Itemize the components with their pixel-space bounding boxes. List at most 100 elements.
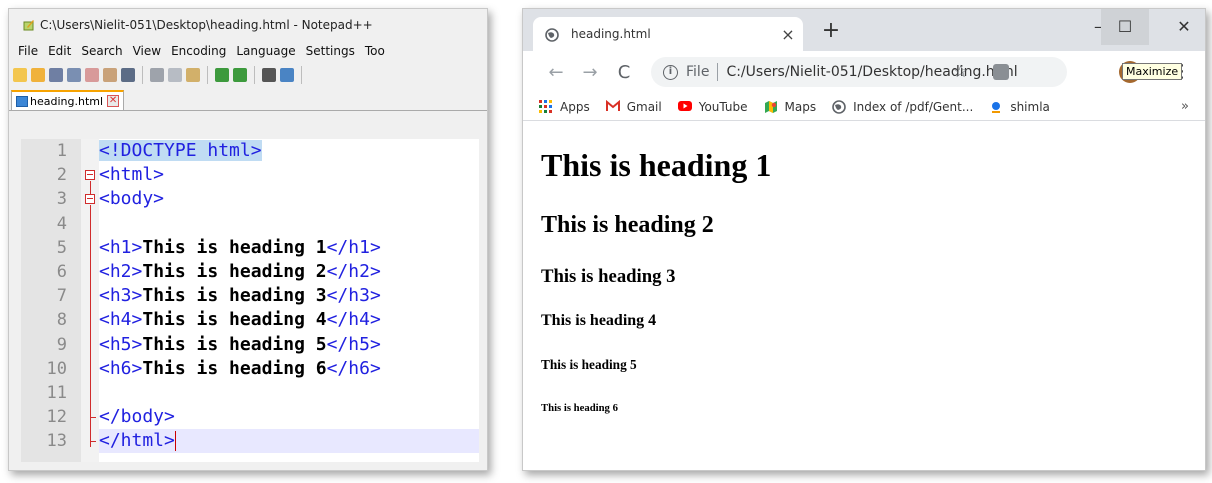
h1-close-tag: </h1> [326,236,381,258]
gmail-icon [605,99,620,114]
bookmark-label: Gmail [626,99,662,114]
undo-icon[interactable] [215,68,229,82]
notepad-title-bar: C:\Users\Nielit-051\Desktop\heading.html… [9,9,487,41]
find-icon[interactable] [262,68,276,82]
browser-tab[interactable]: heading.html × [533,17,803,51]
code-line: <body> [99,187,479,211]
copy-icon[interactable] [168,68,182,82]
notepad-title: C:\Users\Nielit-051\Desktop\heading.html… [40,18,373,32]
h6-open-tag: <h6> [99,357,143,379]
current-code-line: </html> [99,429,479,454]
line-number: 5 [56,237,67,258]
fold-guide-line [90,181,91,194]
notepad-menu-bar: File Edit Search View Encoding Language … [9,41,487,61]
bookmark-shimla[interactable]: shimla [989,100,1050,114]
code-editor[interactable]: 1 2 3 4 5 6 7 8 9 10 11 12 13 <!DOCTYPE … [21,139,479,462]
paste-icon[interactable] [186,68,200,82]
bookmark-label: Maps [784,99,817,114]
heading-6: This is heading 6 [541,402,618,414]
file-tab-heading-html[interactable]: heading.html ✕ [11,90,125,110]
forward-arrow-icon[interactable]: → [573,62,607,83]
line-number: 13 [46,431,67,452]
globe-icon [545,27,559,42]
notepad-app-icon [23,19,35,31]
saved-file-icon [16,95,28,107]
print-icon[interactable] [121,68,135,82]
save-icon[interactable] [49,68,63,82]
bookmark-maps[interactable]: Maps [764,99,817,114]
menu-file[interactable]: File [13,44,43,58]
code-line: <h6>This is heading 6</h6> [99,357,479,381]
new-tab-button[interactable]: + [819,17,843,45]
menu-search[interactable]: Search [76,44,127,58]
close-tab-icon[interactable]: × [773,25,803,44]
bookmark-apps[interactable]: Apps [539,99,590,114]
line-number: 4 [56,213,67,234]
close-window-button[interactable]: ✕ [1161,9,1205,45]
address-divider [717,63,719,81]
menu-settings[interactable]: Settings [301,44,360,58]
menu-tools[interactable]: Too [360,44,390,58]
h5-close-tag: </h5> [326,333,381,355]
maximize-tooltip: Maximize [1122,63,1183,80]
menu-view[interactable]: View [128,44,166,58]
h2-close-tag: </h2> [326,260,381,282]
h1-code-text: This is heading 1 [142,236,327,258]
line-number: 10 [46,358,67,379]
h1-open-tag: <h1> [99,236,143,258]
info-icon[interactable]: i [663,64,678,80]
close-all-icon[interactable] [103,68,117,82]
h5-open-tag: <h5> [99,333,143,355]
code-line: <h2>This is heading 2</h2> [99,260,479,284]
line-number: 7 [56,286,67,307]
extension-icon[interactable] [993,64,1009,80]
more-bookmarks-chevron-icon[interactable]: » [1181,99,1189,114]
code-line: <h5>This is heading 5</h5> [99,333,479,357]
body-open-tag: <body> [99,188,165,210]
close-tab-icon[interactable]: ✕ [107,95,120,107]
h4-code-text: This is heading 4 [142,309,327,331]
code-line: <!DOCTYPE html> [99,139,479,163]
new-file-icon[interactable] [13,68,27,82]
redo-icon[interactable] [233,68,247,82]
h2-open-tag: <h2> [99,260,143,282]
browser-tab-title: heading.html [571,27,651,41]
save-all-icon[interactable] [67,68,81,82]
bookmark-star-icon[interactable]: ☆ [953,62,968,82]
line-number: 8 [56,310,67,331]
menu-language[interactable]: Language [231,44,300,58]
code-area[interactable]: <!DOCTYPE html> <html> <body> <h1>This i… [99,139,479,462]
bookmark-youtube[interactable]: YouTube [677,100,748,114]
toolbar-divider [301,66,302,84]
bookmark-gmail[interactable]: Gmail [605,99,662,114]
menu-edit[interactable]: Edit [43,44,76,58]
fold-margin [81,139,99,462]
bookmark-index-pdf[interactable]: Index of /pdf/Gent... [832,100,973,114]
fold-body-toggle-icon[interactable] [85,194,95,204]
shimla-site-icon [989,100,1003,114]
fold-end-tick [90,417,96,418]
line-number: 1 [56,141,67,161]
file-tab-label: heading.html [30,94,104,108]
heading-3: This is heading 3 [541,266,676,287]
line-number: 11 [46,382,67,403]
back-arrow-icon[interactable]: ← [539,62,573,83]
maximize-button[interactable]: ☐ [1101,9,1149,45]
url-text[interactable]: C:/Users/Nielit-051/Desktop/heading.html [726,64,1017,80]
chrome-tab-strip: heading.html × + – ☐ ✕ [523,9,1205,51]
menu-encoding[interactable]: Encoding [166,44,231,58]
replace-icon[interactable] [280,68,294,82]
open-folder-icon[interactable] [31,68,45,82]
fold-html-toggle-icon[interactable] [85,170,95,180]
h6-close-tag: </h6> [326,357,381,379]
code-line: <h1>This is heading 1</h1> [99,236,479,260]
close-file-icon[interactable] [85,68,99,82]
bookmark-label: Index of /pdf/Gent... [853,99,974,114]
cut-icon[interactable] [150,68,164,82]
chrome-window: heading.html × + – ☐ ✕ Maximize ← → C i … [522,8,1206,471]
code-line: <h4>This is heading 4</h4> [99,308,479,332]
notepad-tab-bar: heading.html ✕ [9,89,487,111]
reload-icon[interactable]: C [607,62,641,83]
